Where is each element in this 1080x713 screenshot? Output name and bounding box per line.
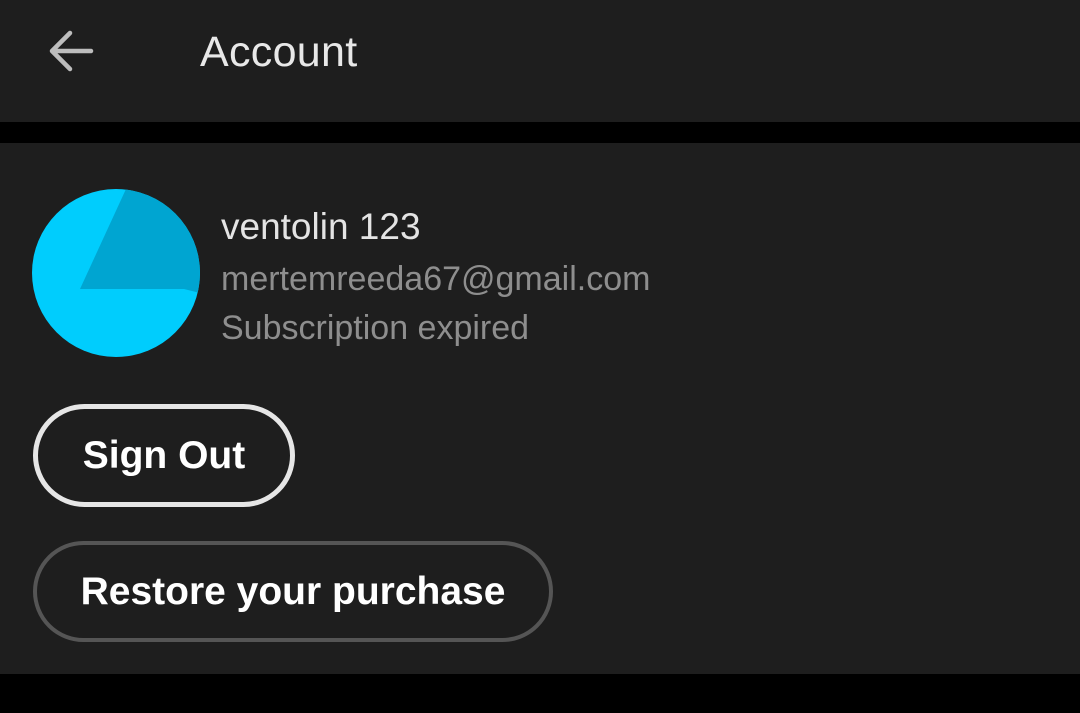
subscription-status: Subscription expired (221, 309, 530, 347)
page-title: Account (200, 28, 358, 76)
sign-out-button[interactable]: Sign Out (33, 404, 295, 507)
restore-purchase-button[interactable]: Restore your purchase (33, 541, 553, 642)
app-bar: Account (0, 0, 1080, 122)
back-button[interactable] (38, 18, 104, 84)
avatar (32, 189, 200, 357)
user-name: ventolin 123 (221, 206, 421, 247)
user-email: mertemreeda67@gmail.com (221, 260, 651, 298)
arrow-left-icon (49, 30, 94, 72)
account-panel: ventolin 123 mertemreeda67@gmail.com Sub… (0, 143, 1080, 674)
avatar-graphic (32, 189, 200, 357)
